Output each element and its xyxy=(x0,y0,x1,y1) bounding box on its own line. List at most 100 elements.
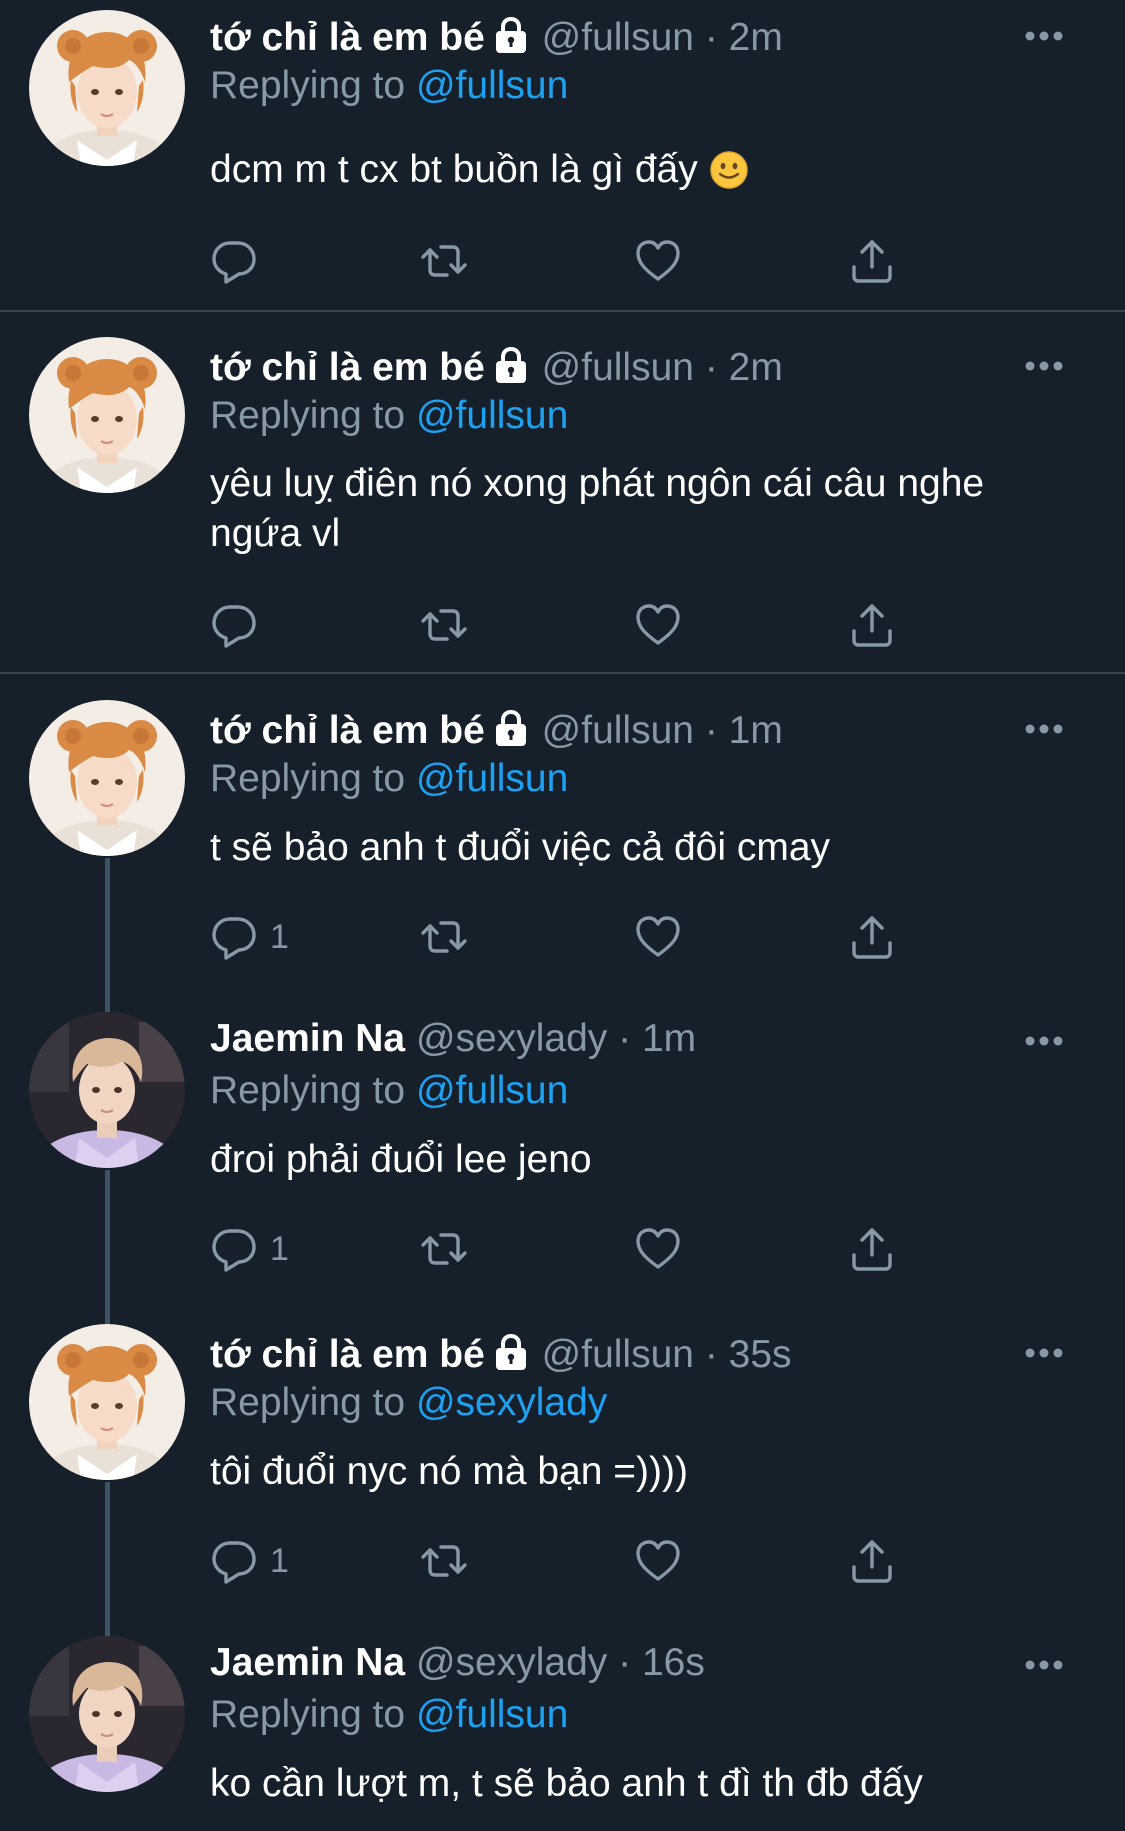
timestamp[interactable]: 35s xyxy=(729,1333,792,1376)
display-name[interactable]: tớ chỉ là em bé xyxy=(210,346,485,389)
retweet-button[interactable] xyxy=(420,600,468,650)
reply-button[interactable] xyxy=(210,236,270,286)
retweet-button[interactable] xyxy=(420,1224,468,1274)
retweet-icon xyxy=(420,1225,468,1273)
replying-to-mention[interactable]: @fullsun xyxy=(416,757,568,800)
avatar-image xyxy=(29,1012,185,1168)
tweet-header: tớ chỉ là em bé @fullsun · 2m xyxy=(210,344,783,392)
timestamp[interactable]: 2m xyxy=(729,16,783,59)
avatar-image xyxy=(29,1324,185,1480)
handle[interactable]: @sexylady xyxy=(416,1641,607,1684)
handle[interactable]: @sexylady xyxy=(416,1017,607,1060)
tweet-text-container: dcm m t cx bt buồn là gì đấy xyxy=(210,145,1060,195)
replying-prefix: Replying to xyxy=(210,1693,406,1736)
display-name[interactable]: Jaemin Na xyxy=(210,1641,405,1684)
tweet-text: dcm m t cx bt buồn là gì đấy xyxy=(210,148,698,191)
separator-dot: · xyxy=(704,1333,718,1376)
share-button[interactable] xyxy=(848,236,896,286)
avatar-image xyxy=(29,1636,185,1792)
share-button[interactable] xyxy=(848,600,896,650)
replying-to: Replying to @sexylady xyxy=(210,1379,607,1427)
tweet-header: tớ chỉ là em bé @fullsun · 1m xyxy=(210,707,783,755)
retweet-button[interactable] xyxy=(420,912,468,962)
heart-icon xyxy=(634,1537,682,1585)
like-button[interactable] xyxy=(634,236,682,286)
more-options-icon[interactable] xyxy=(1024,1659,1064,1671)
replying-to-mention[interactable]: @fullsun xyxy=(416,1069,568,1112)
display-name[interactable]: Jaemin Na xyxy=(210,1017,405,1060)
tweet-text: yêu luỵ điên nó xong phát ngôn cái câu n… xyxy=(210,462,985,555)
replying-to-mention[interactable]: @sexylady xyxy=(416,1381,607,1424)
avatar[interactable] xyxy=(29,700,185,856)
reply-icon xyxy=(210,913,258,961)
handle[interactable]: @fullsun xyxy=(542,16,694,59)
heart-icon xyxy=(634,601,682,649)
reply-count: 1 xyxy=(270,1541,289,1580)
replying-prefix: Replying to xyxy=(210,1381,406,1424)
tweet-text: đroi phải đuổi lee jeno xyxy=(210,1138,592,1181)
tweet-header: Jaemin Na @sexylady · 16s xyxy=(210,1639,705,1687)
avatar[interactable] xyxy=(29,337,185,493)
retweet-button[interactable] xyxy=(420,1536,468,1586)
share-icon xyxy=(848,1225,896,1273)
tweet-actions: 1 xyxy=(210,1536,930,1586)
replying-to-mention[interactable]: @fullsun xyxy=(416,1693,568,1736)
heart-icon xyxy=(634,913,682,961)
like-button[interactable] xyxy=(634,600,682,650)
timestamp[interactable]: 2m xyxy=(729,346,783,389)
separator-dot: · xyxy=(618,1017,632,1060)
replying-prefix: Replying to xyxy=(210,64,406,107)
reply-count: 1 xyxy=(270,1229,289,1268)
avatar[interactable] xyxy=(29,1012,185,1168)
share-button[interactable] xyxy=(848,1536,896,1586)
tweet-text: ko cần lượt m, t sẽ bảo anh t đì th đb đ… xyxy=(210,1762,923,1805)
reply-button[interactable]: 1 xyxy=(210,1224,289,1274)
share-button[interactable] xyxy=(848,912,896,962)
heart-icon xyxy=(634,237,682,285)
avatar[interactable] xyxy=(29,10,185,166)
display-name[interactable]: tớ chỉ là em bé xyxy=(210,16,485,59)
timestamp[interactable]: 16s xyxy=(642,1641,705,1684)
tweet-header: Jaemin Na @sexylady · 1m xyxy=(210,1015,696,1063)
retweet-icon xyxy=(420,913,468,961)
replying-to: Replying to @fullsun xyxy=(210,1691,568,1739)
more-options-icon[interactable] xyxy=(1024,1035,1064,1047)
separator-dot: · xyxy=(618,1641,632,1684)
like-button[interactable] xyxy=(634,912,682,962)
timestamp[interactable]: 1m xyxy=(729,709,783,752)
replying-prefix: Replying to xyxy=(210,394,406,437)
share-button[interactable] xyxy=(848,1224,896,1274)
like-button[interactable] xyxy=(634,1224,682,1274)
handle[interactable]: @fullsun xyxy=(542,1333,694,1376)
separator-dot: · xyxy=(704,16,718,59)
tweet-divider xyxy=(0,672,1125,674)
like-button[interactable] xyxy=(634,1536,682,1586)
slightly-smiling-face-icon xyxy=(709,150,749,190)
reply-count: 1 xyxy=(270,917,289,956)
more-options-icon[interactable] xyxy=(1024,30,1064,42)
reply-button[interactable] xyxy=(210,600,270,650)
display-name[interactable]: tớ chỉ là em bé xyxy=(210,709,485,752)
avatar[interactable] xyxy=(29,1324,185,1480)
thread-connector xyxy=(105,858,110,1012)
more-options-icon[interactable] xyxy=(1024,1347,1064,1359)
thread-connector xyxy=(105,1482,110,1638)
more-options-icon[interactable] xyxy=(1024,723,1064,735)
replying-to-mention[interactable]: @fullsun xyxy=(416,394,568,437)
timestamp[interactable]: 1m xyxy=(642,1017,696,1060)
display-name[interactable]: tớ chỉ là em bé xyxy=(210,1333,485,1376)
tweet-actions: 1 xyxy=(210,1224,930,1274)
handle[interactable]: @fullsun xyxy=(542,346,694,389)
reply-button[interactable]: 1 xyxy=(210,912,289,962)
tweet-header: tớ chỉ là em bé @fullsun · 2m xyxy=(210,14,783,62)
replying-to-mention[interactable]: @fullsun xyxy=(416,64,568,107)
reply-button[interactable]: 1 xyxy=(210,1536,289,1586)
avatar-image xyxy=(29,337,185,493)
handle[interactable]: @fullsun xyxy=(542,709,694,752)
share-icon xyxy=(848,237,896,285)
reply-icon xyxy=(210,1537,258,1585)
more-options-icon[interactable] xyxy=(1024,360,1064,372)
retweet-button[interactable] xyxy=(420,236,468,286)
tweet-actions xyxy=(210,236,930,286)
avatar[interactable] xyxy=(29,1636,185,1792)
